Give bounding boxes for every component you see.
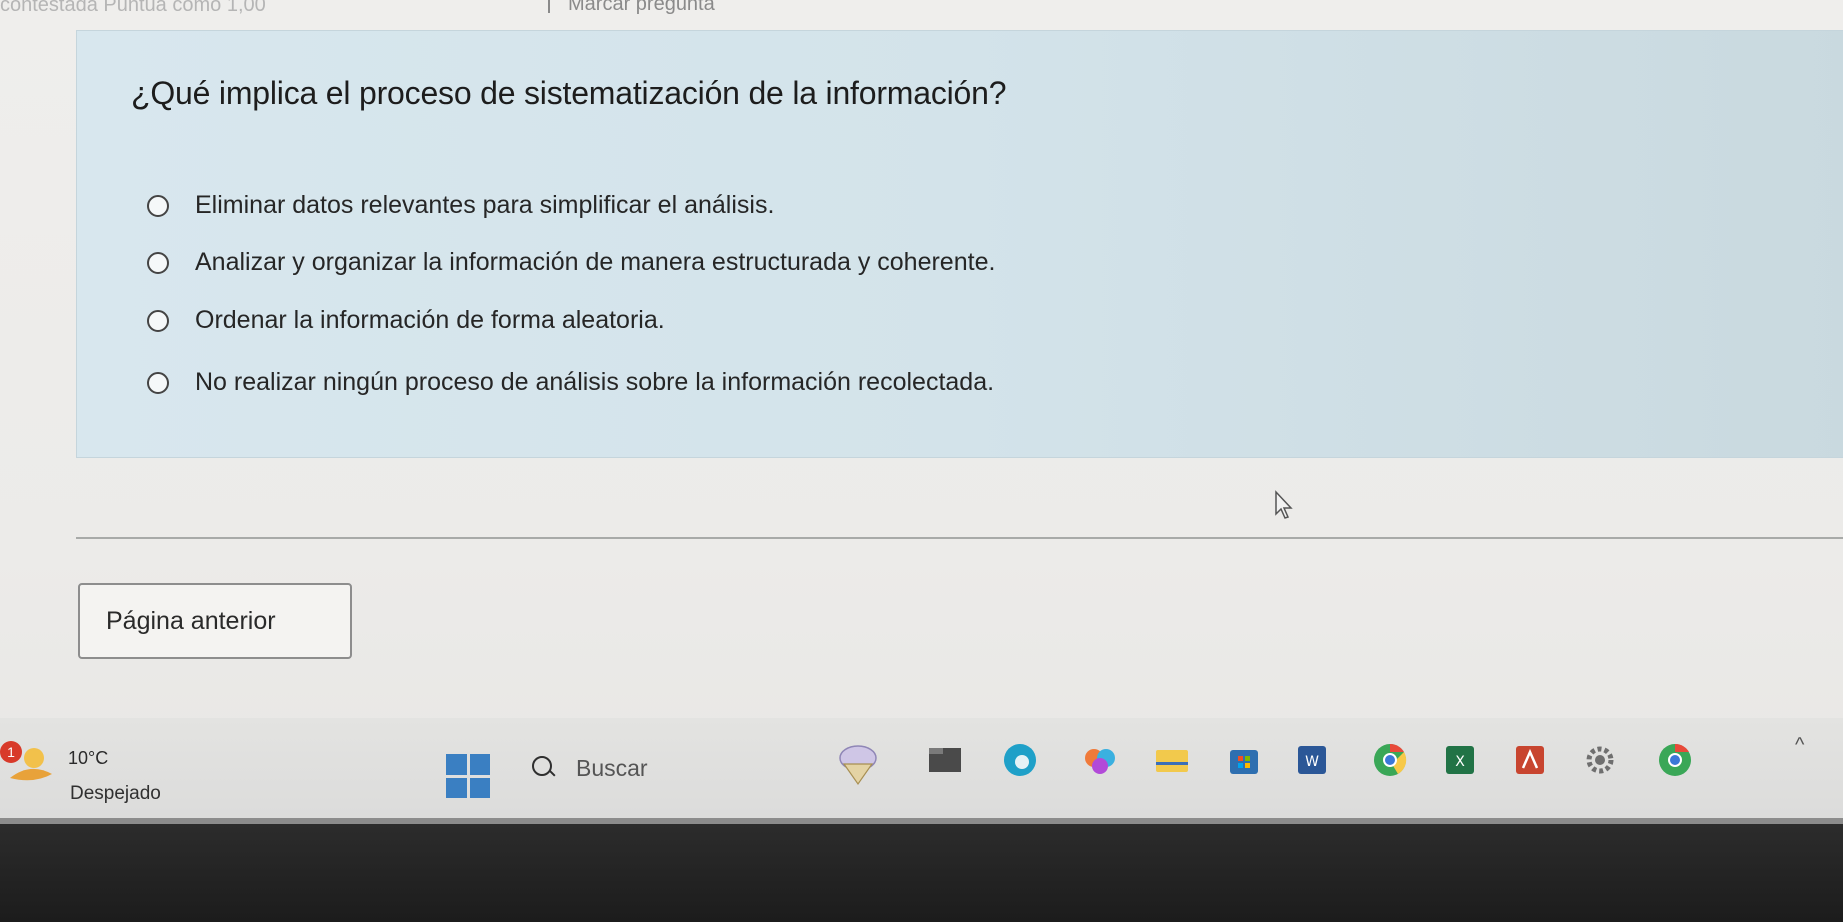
bezel-edge [0,818,1843,824]
file-explorer-icon[interactable] [925,740,965,780]
start-tile [469,754,490,775]
screen: contestada Puntúa como 1,00 Marcar pregu… [0,0,1843,922]
search-icon [530,754,558,782]
monitor-bezel [0,818,1843,922]
settings-icon[interactable] [1580,740,1620,780]
ice-cream-icon[interactable] [830,740,886,786]
question-panel: ¿Qué implica el proceso de sistematizaci… [76,30,1843,458]
flag-question-link[interactable]: Marcar pregunta [548,0,715,16]
mouse-cursor-icon [1275,490,1293,519]
answer-option-a[interactable]: Eliminar datos relevantes para simplific… [147,191,774,220]
answer-option-label: No realizar ningún proceso de análisis s… [195,368,995,396]
start-button[interactable] [446,754,490,798]
question-text: ¿Qué implica el proceso de sistematizaci… [131,75,1007,111]
answer-option-label: Ordenar la información de forma aleatori… [195,306,665,334]
search-label: Buscar [576,754,648,781]
edge-icon[interactable] [1000,740,1040,780]
svg-text:X: X [1455,754,1465,770]
flag-question-label: Marcar pregunta [568,0,715,15]
start-tile [446,754,467,775]
weather-description: Despejado [70,783,161,804]
svg-text:W: W [1305,754,1319,770]
word-icon[interactable]: W [1292,740,1332,780]
radio-button[interactable] [147,194,169,217]
radio-button[interactable] [147,371,169,394]
answer-option-label: Analizar y organizar la información de m… [195,248,996,276]
answer-option-b[interactable]: Analizar y organizar la información de m… [147,248,995,277]
taskbar-search[interactable]: Buscar [530,746,810,790]
weather-temperature: 10°C [68,748,109,768]
notification-badge: 1 [0,741,22,763]
radio-button[interactable] [147,251,169,274]
radio-button[interactable] [147,309,169,332]
store-icon[interactable] [1224,740,1264,780]
chrome-alt-icon[interactable] [1655,740,1695,780]
start-tile [446,777,467,798]
photos-icon[interactable] [1080,740,1120,780]
folder-icon[interactable] [1152,740,1192,780]
previous-page-button[interactable]: Página anterior [78,583,352,659]
question-status-text: contestada Puntúa como 1,00 [0,0,266,16]
quiz-status-bar: contestada Puntúa como 1,00 Marcar pregu… [0,0,1843,22]
acrobat-icon[interactable] [1510,740,1550,780]
section-divider [76,537,1843,539]
answer-option-label: Eliminar datos relevantes para simplific… [195,191,775,219]
answer-option-d[interactable]: No realizar ningún proceso de análisis s… [147,368,994,397]
windows-taskbar: 1 10°C Despejado Buscar W X ^ [0,718,1843,818]
chrome-icon[interactable] [1370,740,1410,780]
answer-option-c[interactable]: Ordenar la información de forma aleatori… [147,306,665,335]
start-tile [469,777,490,798]
flag-icon [548,0,560,13]
chevron-up-icon[interactable]: ^ [1795,734,1804,757]
excel-icon[interactable]: X [1440,740,1480,780]
